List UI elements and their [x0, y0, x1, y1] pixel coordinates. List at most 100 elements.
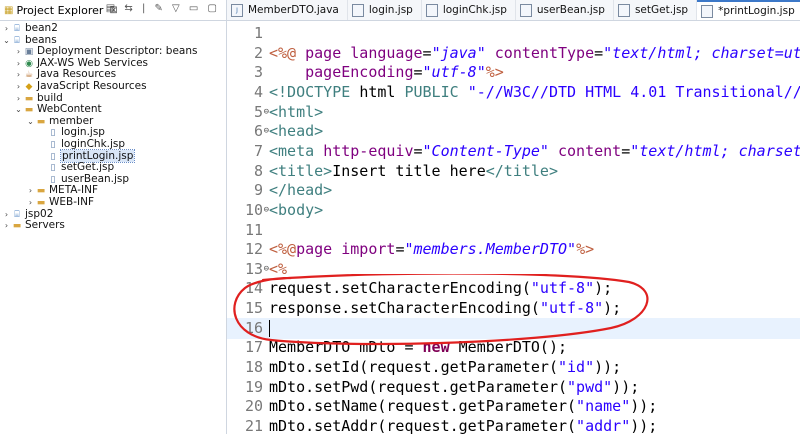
- line-number-text: 1: [253, 24, 263, 42]
- tree-item[interactable]: ▯ userBean.jsp: [0, 172, 226, 186]
- code-text: mDto.setPwd(request.getParameter("pwd"))…: [265, 378, 639, 396]
- line-number-text: 11: [244, 220, 263, 239]
- editor-tab[interactable]: loginChk.jsp: [422, 0, 516, 20]
- project-explorer-icon: ▦: [4, 4, 14, 16]
- tree-item-label: setGet.jsp: [61, 161, 115, 174]
- line-number: 9: [227, 180, 265, 201]
- editor-tab[interactable]: *printLogin.jsp⊠: [697, 0, 800, 20]
- code-line[interactable]: 18 mDto.setId(request.getParameter("id"))…: [227, 357, 800, 378]
- line-number: 1: [227, 23, 265, 44]
- tree-item-label: Deployment Descriptor: beans: [37, 45, 198, 58]
- chevron-right-icon[interactable]: ›: [14, 93, 23, 105]
- line-number-text: 2: [253, 43, 263, 62]
- code-line[interactable]: 3 pageEncoding="utf-8"%>: [227, 62, 800, 83]
- explorer-toolbar-icons[interactable]: ▤ ⇆ | ✎ ▽ ▭ ▢: [106, 3, 220, 14]
- code-token: "utf-8": [422, 63, 486, 82]
- tree-item-label: build: [37, 91, 63, 104]
- chevron-right-icon[interactable]: ›: [2, 209, 11, 221]
- line-number: 10 ⊖: [227, 200, 269, 221]
- code-token: "members.MemberDTO": [404, 240, 577, 259]
- tree-item-label: loginChk.jsp: [61, 137, 126, 150]
- tree-item[interactable]: ▯ loginChk.jsp: [0, 137, 226, 151]
- jsp-file-icon: [617, 3, 630, 17]
- line-number-text: 8: [253, 161, 263, 180]
- tree-item[interactable]: ⌄ ▬ WebContent: [0, 103, 226, 116]
- tree-item[interactable]: › ▬ META-INF: [0, 185, 226, 197]
- code-token: page: [296, 240, 342, 259]
- chevron-right-icon[interactable]: ›: [14, 69, 23, 81]
- tree-item-label: login.jsp: [61, 126, 105, 139]
- code-token: http-equiv: [323, 141, 414, 160]
- code-token: html: [359, 82, 405, 101]
- fold-toggle-icon[interactable]: ⊖: [264, 200, 269, 221]
- chevron-down-icon[interactable]: ⌄: [2, 35, 11, 47]
- fold-toggle-icon[interactable]: ⊖: [264, 121, 269, 142]
- code-line[interactable]: 12 <%@page import="members.MemberDTO"%>: [227, 239, 800, 260]
- editor-tab[interactable]: J MemberDTO.java: [227, 0, 348, 20]
- tree-item[interactable]: › ▬ build: [0, 91, 226, 105]
- code-line[interactable]: 20 mDto.setName(request.getParameter("nam…: [227, 396, 800, 417]
- chevron-right-icon[interactable]: ›: [2, 220, 11, 232]
- code-token: <title>: [269, 161, 333, 180]
- tree-item-label: JAX-WS Web Services: [37, 56, 149, 69]
- tree-item-label: printLogin.jsp: [59, 148, 136, 163]
- jsp-file-icon: [425, 3, 438, 17]
- code-line[interactable]: 10 ⊖ <body>: [227, 200, 800, 221]
- tree-item[interactable]: › ◆ JavaScript Resources: [0, 80, 226, 93]
- code-token: <html>: [269, 102, 324, 121]
- chevron-right-icon[interactable]: ›: [14, 81, 23, 93]
- code-editor[interactable]: 1 2 <%@ page language="java" contentType="…: [227, 21, 800, 435]
- line-number: 17: [227, 337, 265, 358]
- editor-tab[interactable]: userBean.jsp: [516, 0, 614, 20]
- code-line[interactable]: 15 response.setCharacterEncoding("utf-8")…: [227, 298, 800, 319]
- code-token: request.setCharacterEncoding(: [269, 279, 531, 298]
- fold-toggle-icon[interactable]: ⊖: [264, 259, 269, 280]
- code-line[interactable]: 19 mDto.setPwd(request.getParameter("pwd"…: [227, 377, 800, 398]
- line-number-text: 10: [244, 200, 263, 219]
- line-number-text: 15: [244, 299, 263, 318]
- code-line[interactable]: 7 <meta http-equiv="Content-Type" content…: [227, 141, 800, 162]
- fold-toggle-icon[interactable]: ⊖: [264, 102, 269, 123]
- code-line[interactable]: 16: [227, 317, 800, 339]
- code-line[interactable]: 5 ⊖ <html>: [227, 102, 800, 123]
- code-token: language: [350, 43, 423, 62]
- line-number: 4: [227, 82, 265, 103]
- code-token: contentType: [494, 43, 595, 62]
- line-number-text: 20: [244, 397, 263, 416]
- line-number-text: 3: [253, 63, 263, 82]
- code-token: );: [603, 299, 622, 318]
- chevron-right-icon[interactable]: ›: [14, 58, 23, 70]
- code-line[interactable]: 14 request.setCharacterEncoding("utf-8");: [227, 278, 800, 299]
- tree-item-label: userBean.jsp: [61, 172, 130, 185]
- code-token: =: [413, 63, 423, 82]
- line-number: 19: [227, 377, 265, 398]
- editor-tab[interactable]: login.jsp: [348, 0, 422, 20]
- code-token: "name": [576, 397, 631, 416]
- editor-tab-label: userBean.jsp: [536, 4, 605, 16]
- line-number: 18: [227, 357, 265, 378]
- tree-item[interactable]: ⌄ ▬ member: [0, 115, 226, 128]
- code-line[interactable]: 2 <%@ page language="java" contentType="t…: [227, 43, 800, 64]
- code-line[interactable]: 4 <!DOCTYPE html PUBLIC "-//W3C//DTD HTML…: [227, 82, 800, 103]
- project-explorer-panel: ▦ Project Explorer ⊠ ▤ ⇆ | ✎ ▽ ▭ ▢ › ⌸ bea…: [0, 0, 227, 434]
- code-line[interactable]: 6 ⊖ <head>: [227, 121, 800, 142]
- code-token: new: [422, 338, 450, 357]
- code-line[interactable]: 8 <title>Insert title here</title>: [227, 161, 800, 182]
- chevron-down-icon[interactable]: ⌄: [14, 104, 23, 116]
- code-line[interactable]: 1: [227, 23, 800, 44]
- code-token: <%@: [269, 43, 306, 62]
- chevron-right-icon[interactable]: ›: [2, 23, 11, 35]
- chevron-right-icon[interactable]: ›: [26, 185, 35, 197]
- chevron-down-icon[interactable]: ⌄: [26, 116, 35, 128]
- tree-item[interactable]: › ▬ Servers: [0, 219, 226, 232]
- code-text: </head>: [265, 181, 332, 199]
- code-line[interactable]: 17 MemberDTO mDto = new MemberDTO();: [227, 337, 800, 358]
- editor-tab[interactable]: setGet.jsp: [614, 0, 698, 20]
- code-line[interactable]: 11: [227, 220, 800, 241]
- code-line[interactable]: 13 ⊖ <%: [227, 259, 800, 280]
- project-explorer-tab[interactable]: ▦ Project Explorer ⊠: [0, 0, 122, 20]
- chevron-right-icon[interactable]: ›: [14, 46, 23, 58]
- code-line[interactable]: 9 </head>: [227, 180, 800, 201]
- code-token: <head>: [269, 122, 324, 141]
